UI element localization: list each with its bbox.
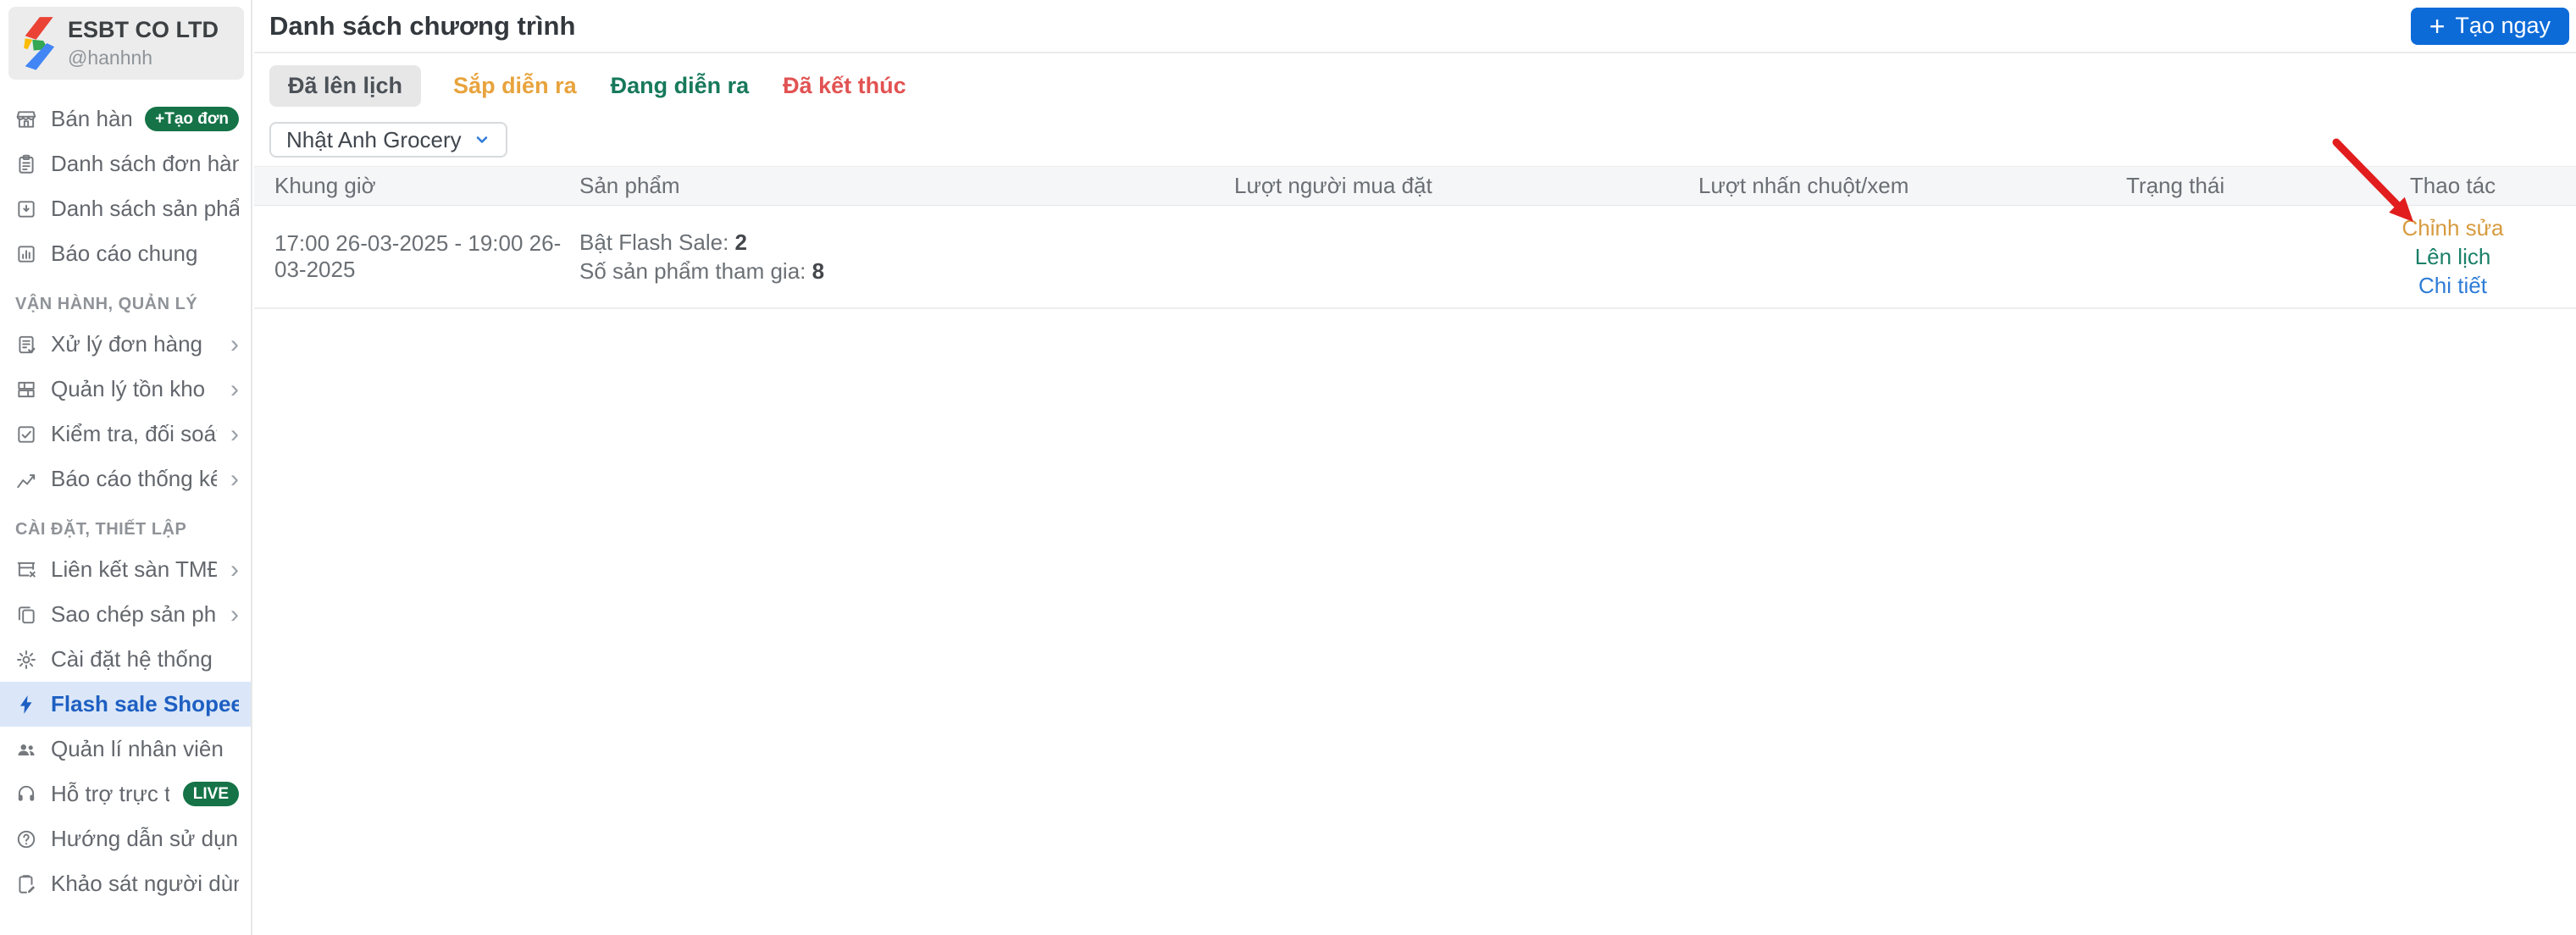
- status-tabs: Đã lên lịch Sắp diễn ra Đang diễn ra Đã kết…: [269, 64, 2576, 107]
- chevron-right-icon: ›: [230, 329, 239, 358]
- headset-icon: [15, 783, 37, 805]
- org-name: ESBT CO LTD: [68, 17, 219, 42]
- sidebar-item-label: Quản lý tồn kho: [51, 376, 206, 401]
- table-row: 17:00 26-03-2025 - 19:00 26-03-2025 Bật F…: [254, 206, 2576, 309]
- sidebar-item-ho-tro-truc-tuyen[interactable]: Hỗ trợ trực tuyến LIVE: [0, 772, 251, 816]
- action-chinh-sua[interactable]: Chỉnh sửa: [2401, 215, 2503, 241]
- sidebar-item-flash-sale-shopee[interactable]: Flash sale Shopee: [0, 682, 251, 727]
- copy-icon: [15, 604, 37, 626]
- sidebar-item-label: Flash sale Shopee: [51, 691, 239, 716]
- action-chi-tiet[interactable]: Chi tiết: [2418, 273, 2487, 299]
- sidebar-item-danh-sach-san-pham[interactable]: Danh sách sản phẩm: [0, 186, 251, 231]
- tab-dang-dien-ra[interactable]: Đang diễn ra: [609, 65, 751, 107]
- sidebar-item-quan-ly-ton-kho[interactable]: Quản lý tồn kho ›: [0, 367, 251, 412]
- sidebar-item-label: Hướng dẫn sử dụng: [51, 826, 239, 851]
- checkbox-icon: [15, 423, 37, 445]
- plus-icon: +: [2429, 10, 2446, 41]
- sidebar-item-bao-cao-chung[interactable]: Báo cáo chung: [0, 231, 251, 276]
- chevron-right-icon: ›: [230, 464, 239, 493]
- sidebar-item-bao-cao-thong-ke[interactable]: Báo cáo thống kê ›: [0, 456, 251, 501]
- box-download-icon: [15, 198, 37, 220]
- chevron-right-icon: ›: [230, 419, 239, 448]
- chevron-right-icon: ›: [230, 555, 239, 584]
- sidebar-item-label: Cài đặt hệ thống: [51, 646, 213, 672]
- sidebar-item-sao-chep-san-pham[interactable]: Sao chép sản phẩm ›: [0, 592, 251, 637]
- page-title: Danh sách chương trình: [269, 10, 576, 41]
- sidebar-item-label: Quản lí nhân viên: [51, 736, 224, 761]
- sidebar-item-badge: +Tạo đơn: [145, 107, 239, 131]
- org-handle: @hanhnh: [68, 47, 153, 69]
- column-header-trang-thai: Trạng thái: [2126, 173, 2225, 198]
- sidebar-item-cai-dat-he-thong[interactable]: Cài đặt hệ thống: [0, 637, 251, 682]
- sidebar-nav: Bán hàng +Tạo đơn Danh sách đơn hàng Danh s…: [0, 97, 251, 906]
- people-icon: [15, 739, 37, 761]
- clipboard-icon: [15, 153, 37, 175]
- sidebar-item-kiem-tra-doi-soat[interactable]: Kiểm tra, đối soát ›: [0, 412, 251, 456]
- sidebar-item-badge: LIVE: [182, 782, 239, 806]
- chevron-right-icon: ›: [230, 600, 239, 628]
- org-card[interactable]: ESBT CO LTD @hanhnh: [8, 7, 244, 80]
- sidebar-section-header: CÀI ĐẶT, THIẾT LẬP: [15, 519, 187, 539]
- product-line: Số sản phẩm tham gia: 8: [579, 258, 825, 284]
- question-circle-icon: [15, 828, 37, 850]
- sidebar-item-label: Báo cáo thống kê: [51, 466, 217, 491]
- column-header-san-pham: Sản phẩm: [579, 173, 680, 198]
- product-line: Bật Flash Sale: 2: [579, 230, 748, 255]
- column-header-khung-gio: Khung giờ: [274, 173, 376, 198]
- action-len-lich[interactable]: Lên lịch: [2415, 244, 2491, 270]
- sidebar-item-label: Kiểm tra, đối soát: [51, 421, 217, 446]
- sidebar-item-label: Báo cáo chung: [51, 241, 198, 266]
- main-content: Danh sách chương trình + Tạo ngay Đã lên…: [254, 0, 2576, 935]
- sidebar-item-khao-sat-nguoi-dung[interactable]: Khảo sát người dùng: [0, 861, 251, 906]
- sidebar-item-label: Hỗ trợ trực tuyến: [51, 781, 169, 806]
- sidebar-item-label: Khảo sát người dùng: [51, 871, 239, 896]
- column-header-thao-tac: Thao tác: [2409, 173, 2496, 198]
- sidebar-item-huong-dan-su-dung[interactable]: Hướng dẫn sử dụng: [0, 816, 251, 861]
- org-meta: ESBT CO LTD @hanhnh: [68, 17, 219, 69]
- table-body: 17:00 26-03-2025 - 19:00 26-03-2025 Bật F…: [254, 206, 2576, 309]
- sidebar-item-label: Sao chép sản phẩm: [51, 601, 217, 627]
- sidebar-item-label: Xử lý đơn hàng: [51, 331, 203, 357]
- sidebar-item-label: Danh sách đơn hàng: [51, 151, 239, 176]
- lightning-icon: [15, 694, 37, 716]
- sidebar-item-label: Danh sách sản phẩm: [51, 196, 239, 221]
- gear-icon: [15, 649, 37, 671]
- chevron-right-icon: ›: [230, 374, 239, 403]
- document-check-icon: [15, 334, 37, 356]
- sidebar-item-quan-li-nhan-vien[interactable]: Quản lí nhân viên: [0, 727, 251, 772]
- line-chart-icon: [15, 468, 37, 490]
- table-header-row: Khung giờ Sản phẩm Lượt người mua đặt Lượt …: [254, 166, 2576, 206]
- sidebar-item-ban-hang[interactable]: Bán hàng +Tạo đơn: [0, 97, 251, 141]
- inventory-icon: [15, 379, 37, 401]
- create-button-label: Tạo ngay: [2455, 13, 2551, 38]
- timeslot-cell: 17:00 26-03-2025 - 19:00 26-03-2025: [274, 230, 562, 282]
- survey-icon: [15, 873, 37, 895]
- sidebar-item-xu-ly-don-hang[interactable]: Xử lý đơn hàng ›: [0, 322, 251, 367]
- content-header: Danh sách chương trình + Tạo ngay: [254, 0, 2576, 53]
- tab-da-ket-thuc[interactable]: Đã kết thúc: [781, 65, 908, 107]
- chevron-down-icon: [476, 136, 487, 143]
- programs-table: Khung giờ Sản phẩm Lượt người mua đặt Lượt …: [254, 166, 2576, 309]
- column-header-luot-nguoi-mua-dat: Lượt người mua đặt: [1234, 173, 1432, 198]
- filter-bar: Nhật Anh Grocery: [269, 122, 2576, 158]
- column-header-luot-nhan-chuot-xem: Lượt nhấn chuột/xem: [1698, 173, 1909, 198]
- company-logo: [19, 15, 56, 71]
- tab-sap-dien-ra[interactable]: Sắp diễn ra: [451, 65, 579, 107]
- create-button[interactable]: + Tạo ngay: [2410, 7, 2569, 45]
- sidebar-item-label: Bán hàng: [51, 106, 132, 131]
- sidebar-item-danh-sach-don-hang[interactable]: Danh sách đơn hàng: [0, 141, 251, 186]
- sidebar-item-lien-ket-san-tmdt[interactable]: Liên kết sàn TMĐT ›: [0, 547, 251, 592]
- sidebar-section-header: VẬN HÀNH, QUẢN LÝ: [15, 294, 198, 313]
- actions-cell: Chỉnh sửa Lên lịch Chi tiết: [2329, 215, 2576, 299]
- shop-selector-label: Nhật Anh Grocery: [286, 126, 462, 152]
- product-cell: Bật Flash Sale: 2 Số sản phẩm tham gia: 8: [579, 228, 1234, 285]
- store-link-icon: [15, 559, 37, 581]
- shop-selector[interactable]: Nhật Anh Grocery: [269, 122, 507, 158]
- sidebar: ESBT CO LTD @hanhnh Bán hàng +Tạo đơn Danh…: [0, 0, 252, 935]
- storefront-icon: [15, 108, 37, 130]
- bar-chart-icon: [15, 243, 37, 265]
- sidebar-item-label: Liên kết sàn TMĐT: [51, 556, 217, 582]
- tab-da-len-lich[interactable]: Đã lên lịch: [269, 64, 422, 107]
